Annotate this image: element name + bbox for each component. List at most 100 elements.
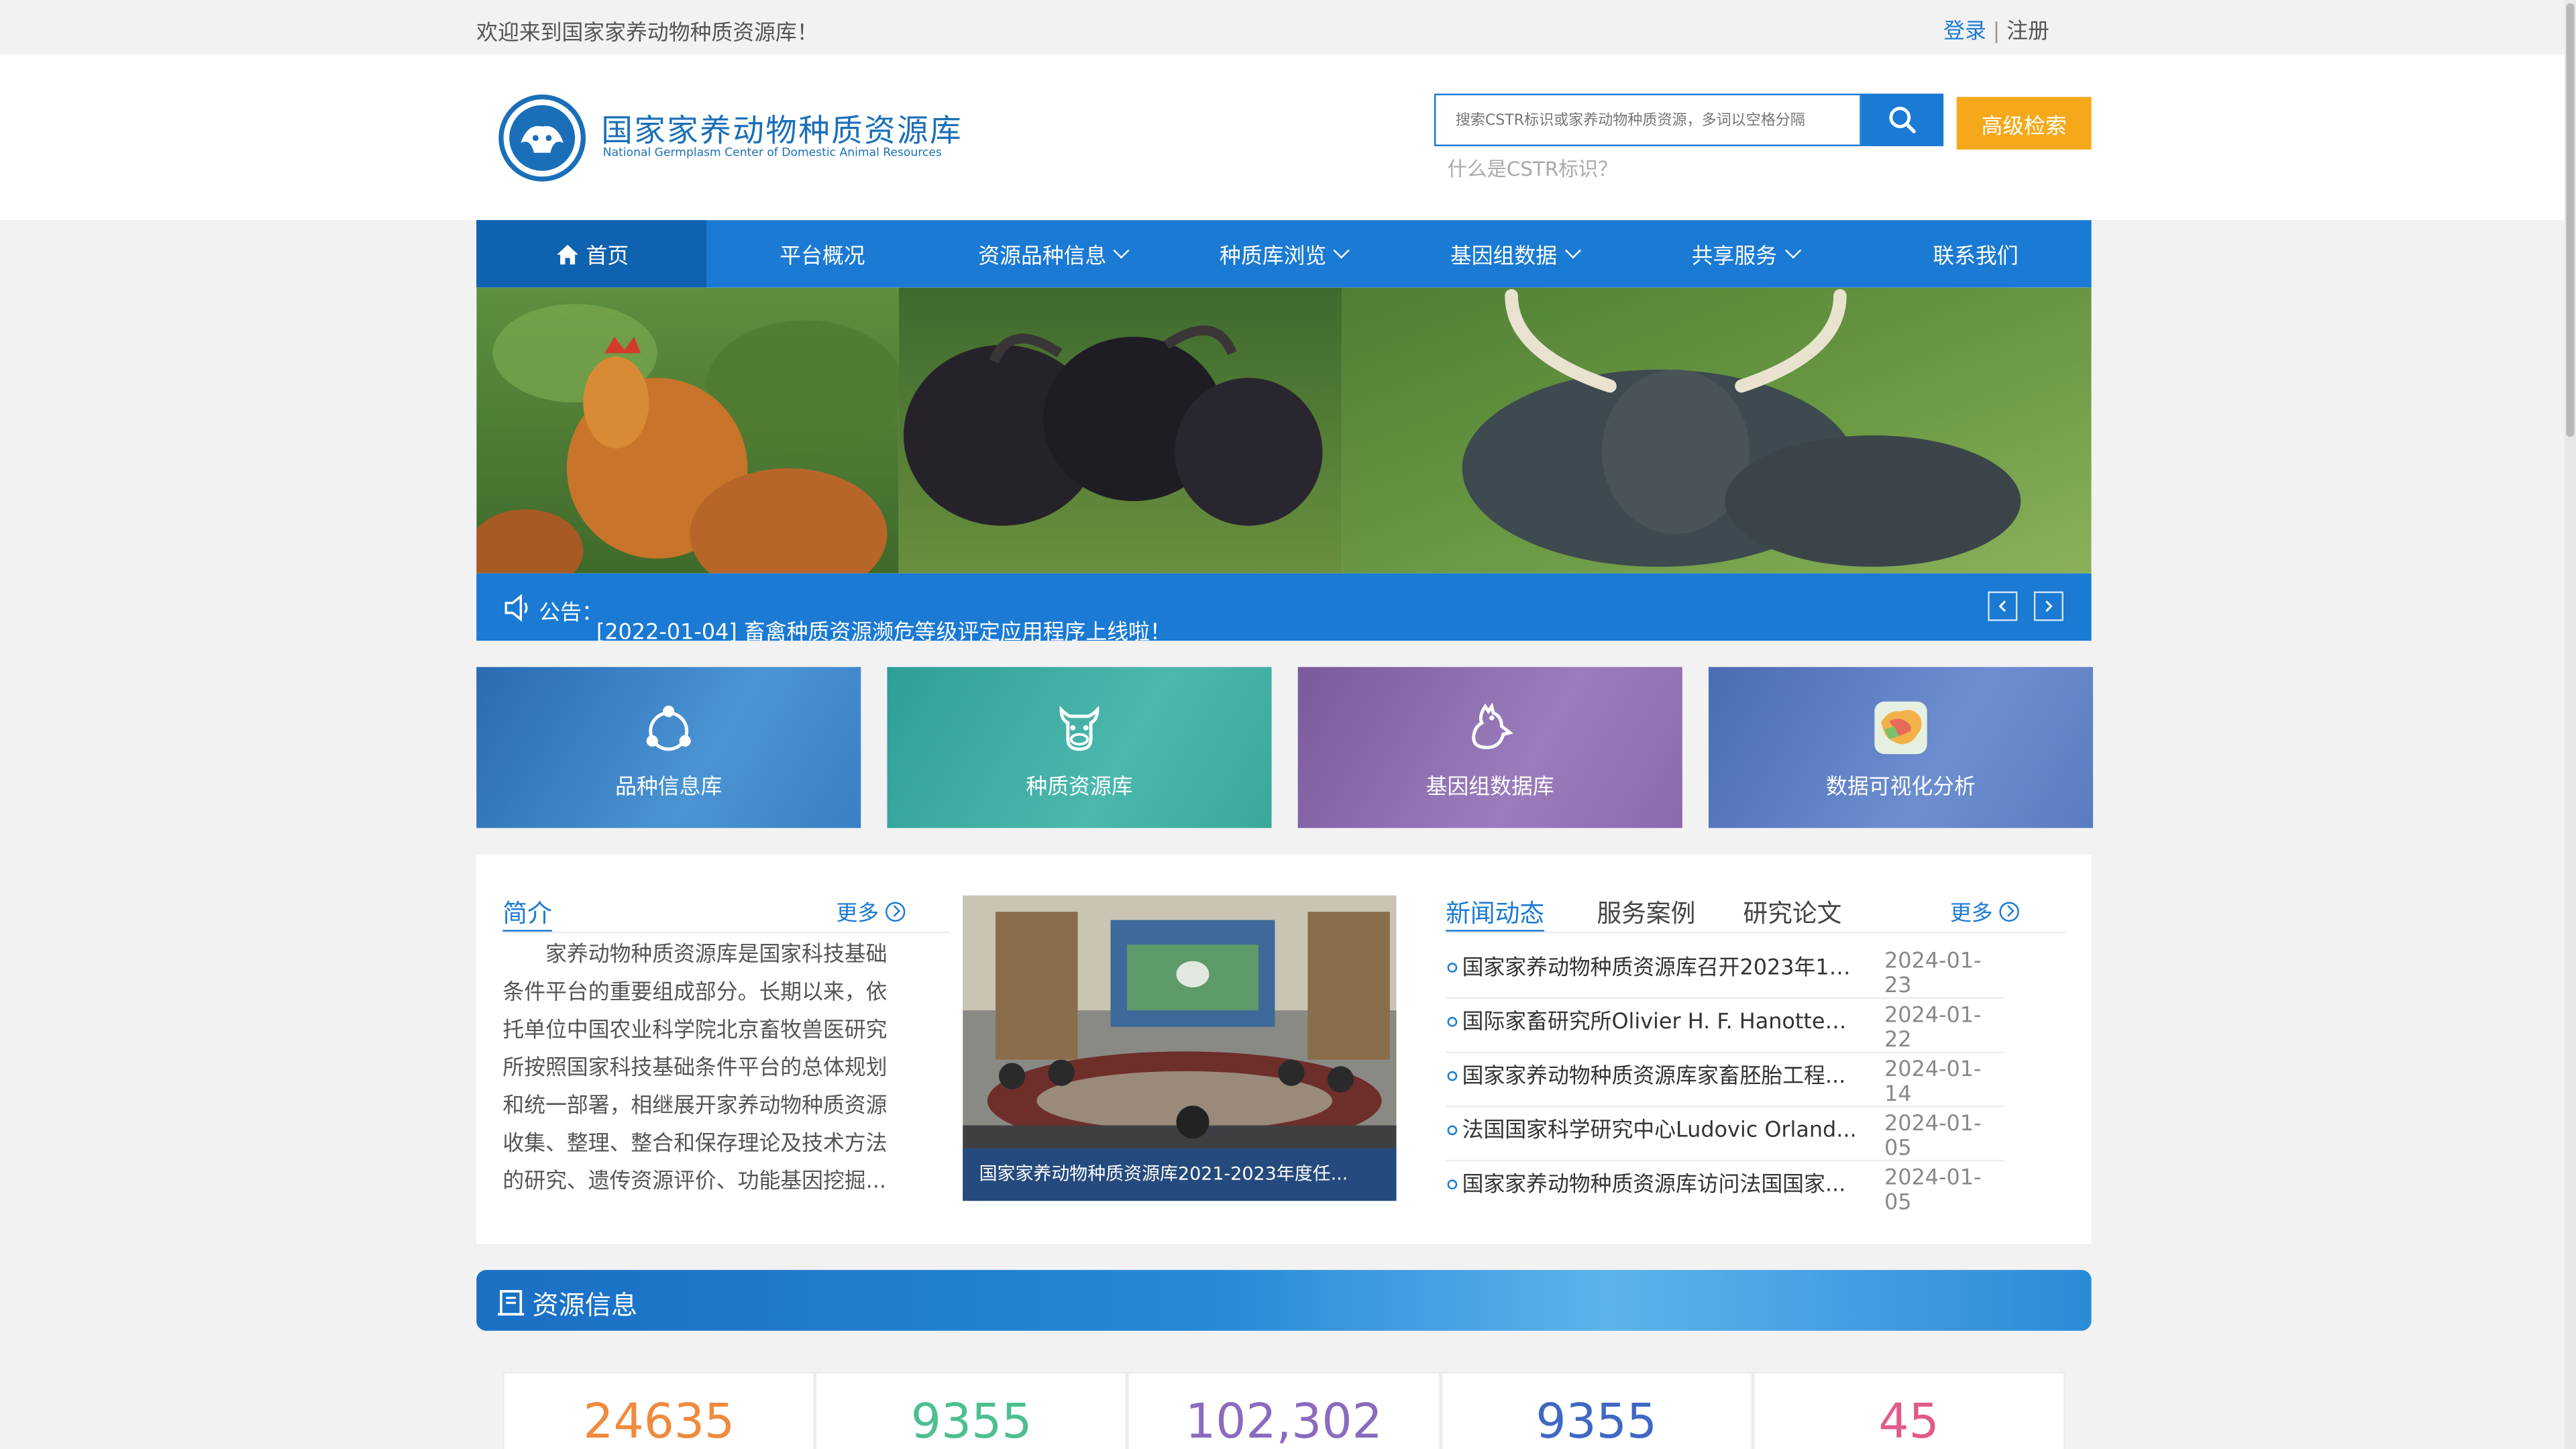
nav-label: 基因组数据 xyxy=(1450,244,1558,270)
resource-stats: 24635 9355 102,302 9355 45 xyxy=(502,1371,2065,1449)
news-date: 2024-01-05 xyxy=(1884,1166,1982,1216)
nav-label: 平台概况 xyxy=(780,244,865,270)
nav-label: 种质库浏览 xyxy=(1220,244,1327,270)
resource-info-header: 资源信息 xyxy=(476,1270,2092,1331)
news-item[interactable]: 国家家养动物种质资源库召开2023年12... 2024-01-23 xyxy=(1446,945,2004,999)
site-logo-icon[interactable] xyxy=(498,94,586,182)
intro-title: 简介 xyxy=(502,898,552,928)
resource-info-title: 资源信息 xyxy=(532,1289,638,1321)
tab-research-papers[interactable]: 研究论文 xyxy=(1743,896,1841,930)
tile-label: 品种信息库 xyxy=(615,775,722,800)
news-title: 国际家畜研究所Olivier H. F. Hanotte教... xyxy=(1462,1010,1860,1035)
resource-info-title-wrap: 资源信息 xyxy=(496,1283,638,1323)
bullet-icon xyxy=(1447,1016,1458,1027)
more-label: 更多 xyxy=(1949,902,1993,927)
book-icon xyxy=(498,1290,525,1316)
stat-value: 102,302 xyxy=(1128,1371,1440,1449)
more-label: 更多 xyxy=(836,902,879,927)
nav-item-home[interactable]: 首页 xyxy=(476,220,708,288)
chevron-down-icon xyxy=(1114,242,1130,259)
tile-germplasm-database[interactable]: 种质资源库 xyxy=(887,667,1272,828)
arrow-circle-right-icon xyxy=(885,901,906,921)
chevron-left-icon xyxy=(1998,600,2006,612)
tile-label: 种质资源库 xyxy=(1026,775,1133,800)
intro-more-link[interactable]: 更多 xyxy=(836,896,906,927)
chevron-down-icon xyxy=(1334,242,1350,259)
hero-banner-image[interactable] xyxy=(476,287,2092,574)
chevron-right-icon xyxy=(2045,600,2053,612)
bullet-icon xyxy=(1447,1071,1458,1081)
news-date: 2024-01-22 xyxy=(1884,1004,1982,1053)
search-button[interactable] xyxy=(1861,93,1944,146)
news-title: 国家家养动物种质资源库召开2023年12... xyxy=(1462,956,1860,981)
news-divider xyxy=(1446,931,2065,934)
stat-value: 45 xyxy=(1752,1371,2065,1449)
chevron-down-icon xyxy=(1784,242,1801,259)
notice-next-button[interactable] xyxy=(2033,591,2063,621)
tile-genome-database[interactable]: 基因组数据库 xyxy=(1297,667,1682,828)
logo-title: 国家家养动物种质资源库 xyxy=(601,113,963,150)
tab-news[interactable]: 新闻动态 xyxy=(1446,896,1544,930)
news-photo-caption: 国家家养动物种质资源库2021-2023年度任... xyxy=(963,1148,1397,1201)
welcome-text: 欢迎来到国家家养动物种质资源库！ xyxy=(476,21,818,46)
nav-label: 共享服务 xyxy=(1691,244,1777,270)
main-nav: 首页 平台概况 资源品种信息 种质库浏览 基因组数据 共享服务 联系我们 xyxy=(476,220,2092,288)
news-date: 2024-01-14 xyxy=(1884,1058,1982,1108)
notice-label: 公告： xyxy=(539,601,603,627)
notice-prev-button[interactable] xyxy=(1988,591,2018,621)
tile-data-visualization[interactable]: 数据可视化分析 xyxy=(1708,667,2094,828)
nav-item-shared-services[interactable]: 共享服务 xyxy=(1629,220,1860,287)
news-item[interactable]: 法国国家科学研究中心Ludovic Orland... 2024-01-05 xyxy=(1446,1108,2004,1162)
stat-value: 9355 xyxy=(815,1371,1128,1449)
nav-item-germplasm-browse[interactable]: 种质库浏览 xyxy=(1169,220,1399,287)
advanced-search-button[interactable]: 高级检索 xyxy=(1956,97,2092,150)
news-date: 2024-01-23 xyxy=(1884,949,1982,999)
nav-label: 资源品种信息 xyxy=(978,244,1107,270)
intro-text: 家养动物种质资源库是国家科技基础条件平台的重要组成部分。长期以来，依托单位中国农… xyxy=(502,943,888,1195)
stat-value: 9355 xyxy=(1440,1371,1753,1449)
top-bar: 欢迎来到国家家养动物种质资源库！ 登录 | 注册 xyxy=(0,0,2576,54)
intro-divider xyxy=(502,931,950,934)
news-item[interactable]: 国际家畜研究所Olivier H. F. Hanotte教... 2024-01… xyxy=(1446,999,2004,1053)
bullet-icon xyxy=(1447,963,1458,973)
nav-item-contact[interactable]: 联系我们 xyxy=(1860,220,2091,287)
news-photo[interactable]: 国家家养动物种质资源库2021-2023年度任... xyxy=(963,895,1397,1201)
news-title: 法国国家科学研究中心Ludovic Orland... xyxy=(1462,1118,1857,1144)
bullet-icon xyxy=(1447,1179,1458,1190)
tab-service-cases[interactable]: 服务案例 xyxy=(1597,896,1695,930)
tile-label: 基因组数据库 xyxy=(1426,775,1554,800)
nav-item-genome-data[interactable]: 基因组数据 xyxy=(1399,220,1629,287)
news-item[interactable]: 国家家养动物种质资源库家畜胚胎工程... 2024-01-14 xyxy=(1446,1053,2004,1108)
tile-breed-database[interactable]: 品种信息库 xyxy=(476,667,861,828)
notice-bar: 公告： [2022-01-04] 畜禽种质资源濒危等级评定应用程序上线啦！ xyxy=(476,573,2092,645)
cow-face-icon xyxy=(1059,706,1099,751)
news-title: 国家家养动物种质资源库访问法国国家... xyxy=(1462,1173,1846,1198)
auth-separator: | xyxy=(1992,19,2000,45)
login-link[interactable]: 登录 xyxy=(1943,19,1986,44)
chevron-down-icon xyxy=(1564,242,1581,259)
speaker-icon xyxy=(504,594,528,622)
auth-links: 登录 | 注册 xyxy=(1943,13,2049,45)
home-icon xyxy=(556,244,578,264)
stat-value: 24635 xyxy=(502,1371,816,1449)
news-date: 2024-01-05 xyxy=(1884,1112,1982,1162)
search-icon xyxy=(1889,107,1916,133)
nav-item-breed-info[interactable]: 资源品种信息 xyxy=(938,220,1169,287)
tile-label: 数据可视化分析 xyxy=(1826,775,1976,800)
nav-item-overview[interactable]: 平台概况 xyxy=(707,220,938,287)
news-item[interactable]: 国家家养动物种质资源库访问法国国家... 2024-01-05 xyxy=(1446,1161,2004,1216)
news-more-link[interactable]: 更多 xyxy=(1949,896,2019,927)
search-input[interactable] xyxy=(1452,97,1867,146)
breed-network-icon xyxy=(646,705,691,751)
notice-text[interactable]: [2022-01-04] 畜禽种质资源濒危等级评定应用程序上线啦！ xyxy=(596,614,1171,646)
logo-subtitle: National Germplasm Center of Domestic An… xyxy=(602,146,942,160)
site-header xyxy=(0,54,2576,221)
register-link[interactable]: 注册 xyxy=(2006,19,2049,44)
china-map-icon xyxy=(1874,701,1927,755)
bullet-icon xyxy=(1447,1125,1458,1136)
news-title: 国家家养动物种质资源库家畜胚胎工程... xyxy=(1462,1064,1846,1089)
scrollbar-thumb[interactable] xyxy=(2566,3,2575,437)
search-box xyxy=(1434,93,1867,146)
cstr-help-link[interactable]: 什么是CSTR标识？ xyxy=(1448,154,1618,182)
arrow-circle-right-icon xyxy=(1999,901,2019,921)
